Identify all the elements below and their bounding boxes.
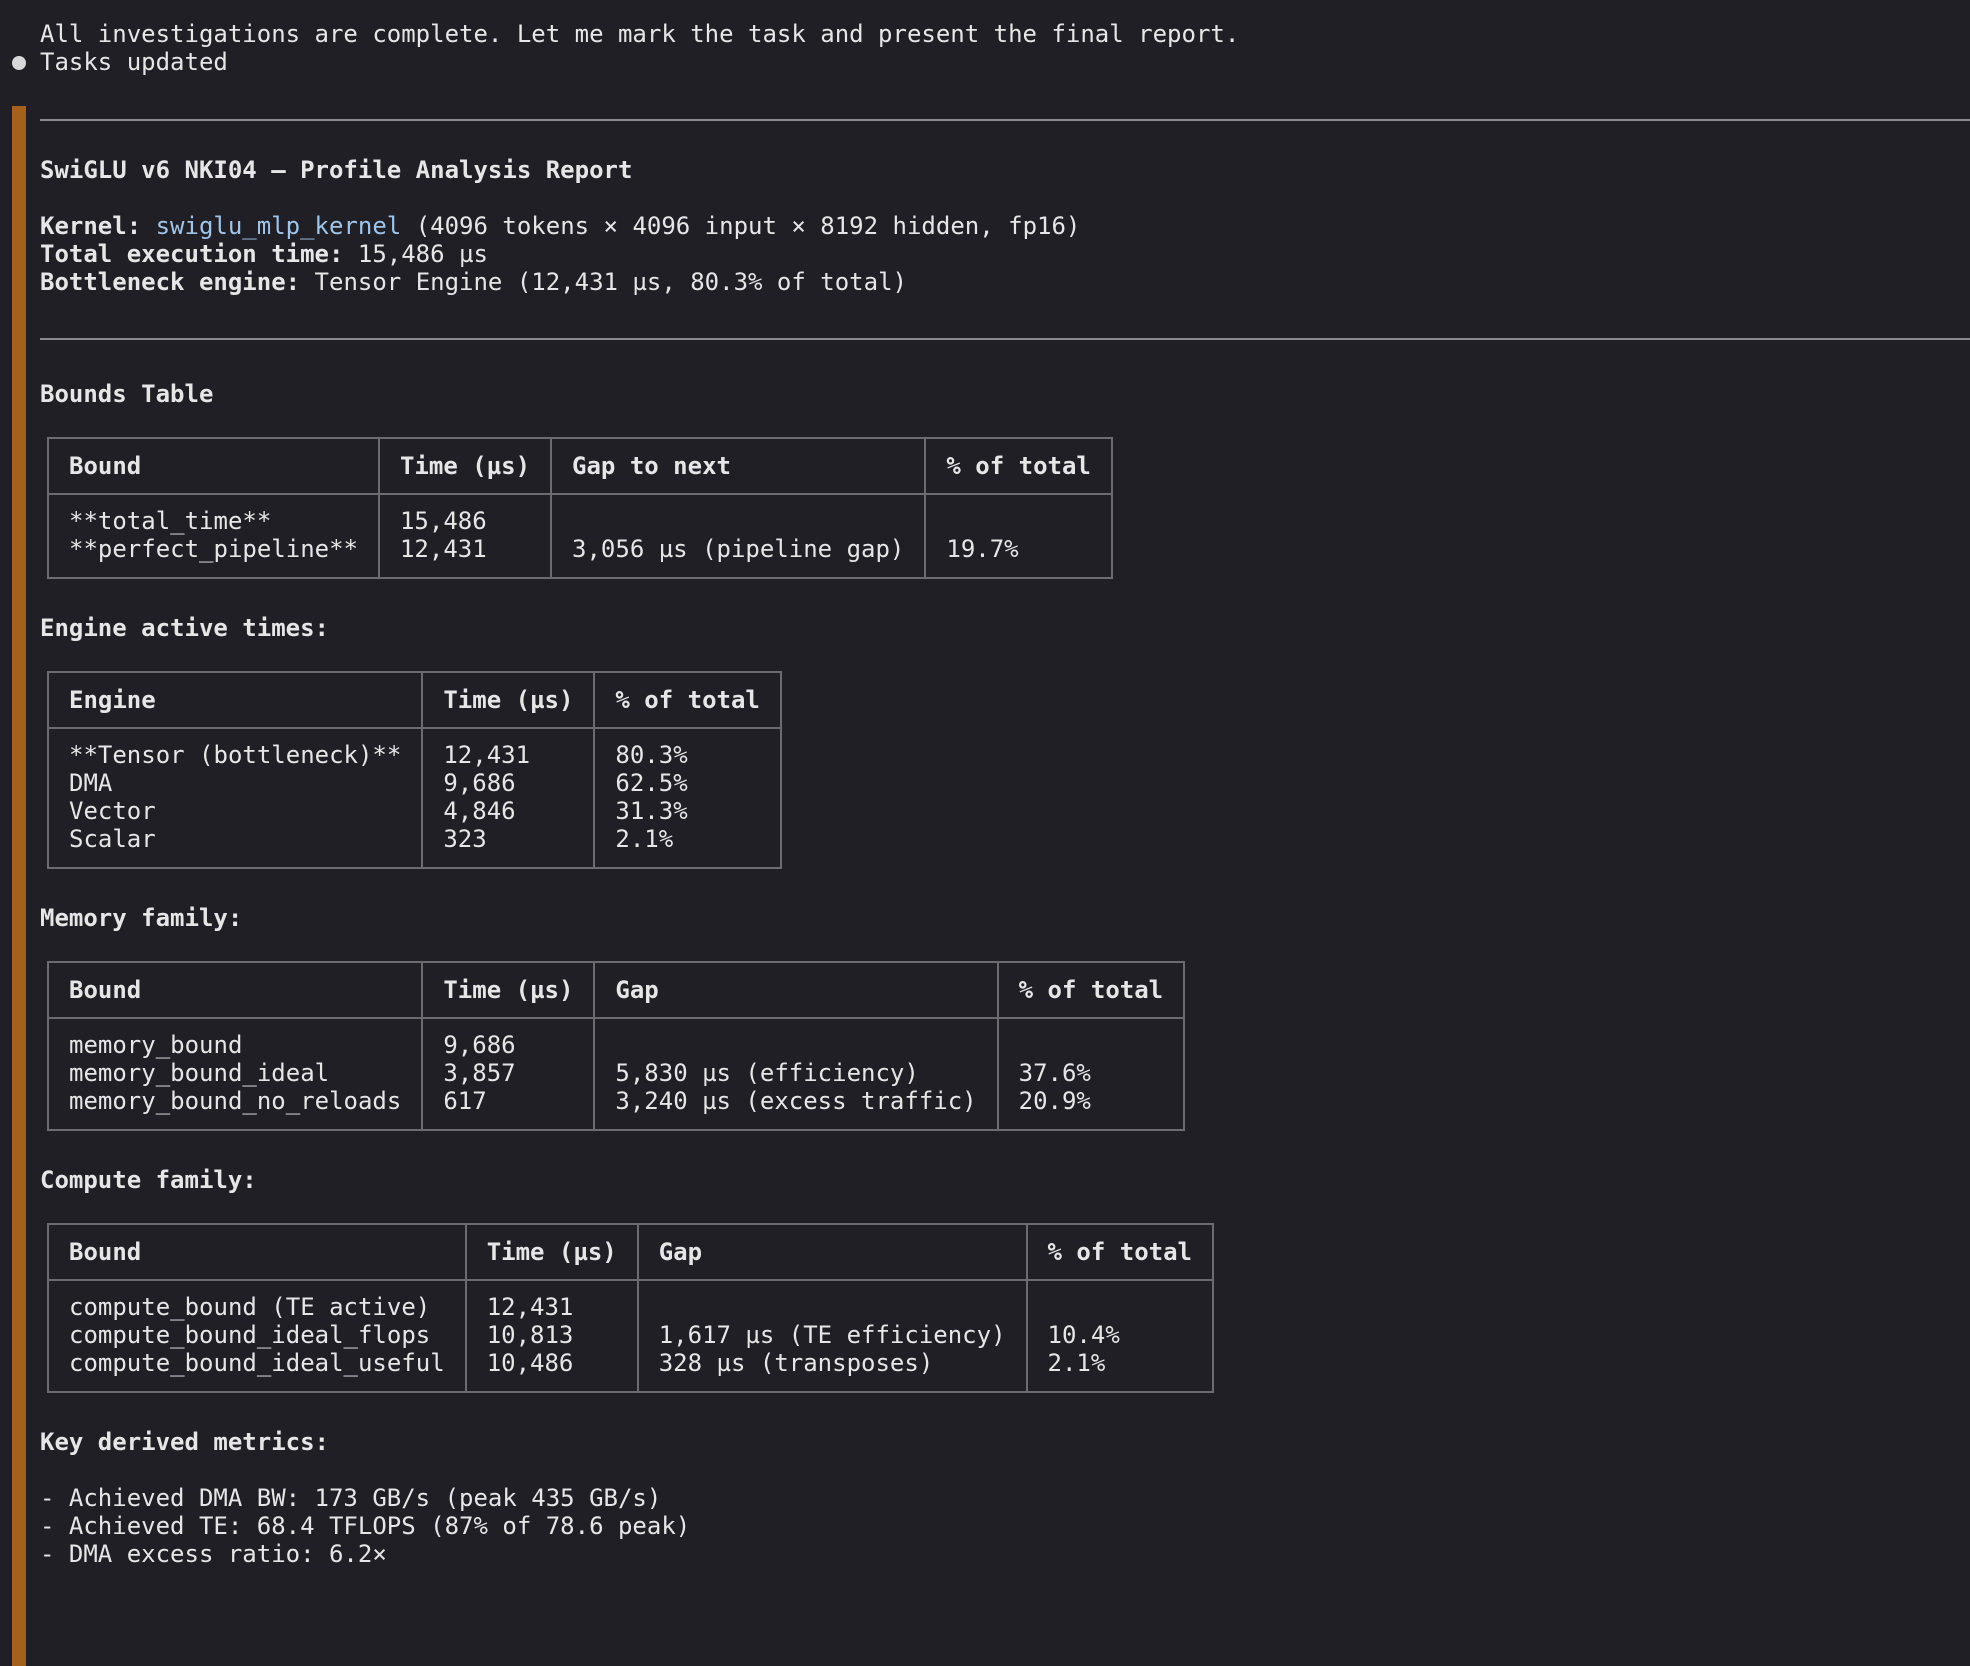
table-cell: 9,686	[443, 1031, 516, 1059]
table-cell: 10,813	[486, 1321, 574, 1349]
column-header: Bound	[47, 437, 380, 495]
table-header-row: Engine Time (µs) % of total	[46, 671, 782, 729]
column-header: Time (µs)	[377, 437, 553, 495]
column-header: Gap	[593, 961, 999, 1019]
report-body: SwiGLU v6 NKI04 — Profile Analysis Repor…	[40, 105, 1970, 1568]
list-item: - DMA excess ratio: 6.2×	[40, 1540, 387, 1568]
engines-table: Engine Time (µs) % of total **Tensor (bo…	[46, 671, 782, 869]
kernel-label: Kernel:	[40, 212, 142, 240]
bottleneck-value: Tensor Engine (12,431 µs, 80.3% of total…	[300, 268, 907, 296]
table-cell: 62.5%	[615, 769, 688, 797]
table-row: **Tensor (bottleneck)** DMA Vector Scalar 1…	[46, 727, 782, 869]
table-row: **total_time** **perfect_pipeline** 15,48…	[47, 493, 1113, 579]
table-cell: 20.9%	[1018, 1087, 1091, 1115]
kernel-line: Kernel: swiglu_mlp_kernel (4096 tokens ×…	[40, 212, 1970, 240]
table-cell	[615, 1031, 976, 1059]
status-dot-icon	[12, 56, 26, 70]
column-header: % of total	[924, 437, 1113, 495]
table-cell	[1019, 1031, 1164, 1059]
table-cell: 4,846	[443, 797, 516, 825]
table-cell: 1,617 µs (TE efficiency)	[658, 1321, 1006, 1349]
table-row: compute_bound (TE active) compute_bound_i…	[47, 1279, 1215, 1393]
table-cell: 15,486	[399, 507, 487, 535]
table-cell: 12,431	[399, 535, 487, 563]
table-cell: 12,431	[486, 1293, 574, 1321]
table-cell	[572, 507, 904, 535]
bounds-heading: Bounds Table	[40, 380, 214, 408]
table-header-row: Bound Time (µs) Gap % of total	[47, 1223, 1215, 1281]
table-cell: 80.3%	[615, 741, 688, 769]
table-cell: Vector	[69, 797, 156, 825]
table-cell: compute_bound (TE active)	[69, 1293, 431, 1321]
table-cell: 617	[443, 1087, 487, 1115]
memory-table: Bound Time (µs) Gap % of total memory_bo…	[46, 961, 1186, 1131]
report-title: SwiGLU v6 NKI04 — Profile Analysis Repor…	[40, 156, 633, 184]
intro-message: All investigations are complete. Let me …	[40, 20, 1240, 48]
bottleneck-line: Bottleneck engine: Tensor Engine (12,431…	[40, 268, 1970, 296]
table-cell: 3,857	[443, 1059, 516, 1087]
table-cell: compute_bound_ideal_flops	[69, 1321, 431, 1349]
table-cell: 5,830 µs (efficiency)	[615, 1059, 919, 1087]
metrics-heading: Key derived metrics:	[40, 1428, 329, 1456]
table-cell: Scalar	[69, 825, 156, 853]
table-cell: DMA	[69, 769, 113, 797]
table-cell: 2.1%	[1047, 1349, 1106, 1377]
column-header: % of total	[996, 961, 1186, 1019]
table-cell: compute_bound_ideal_useful	[69, 1349, 445, 1377]
table-cell: **perfect_pipeline**	[69, 535, 358, 563]
table-cell: 328 µs (transposes)	[658, 1349, 934, 1377]
list-item: - Achieved TE: 68.4 TFLOPS (87% of 78.6 …	[40, 1512, 691, 1540]
memory-heading: Memory family:	[40, 904, 243, 932]
table-cell: 3,240 µs (excess traffic)	[615, 1087, 977, 1115]
bottleneck-label: Bottleneck engine:	[40, 268, 301, 296]
column-header: Bound	[47, 1223, 467, 1281]
engines-heading: Engine active times:	[40, 614, 329, 642]
table-cell	[1048, 1293, 1193, 1321]
column-header: % of total	[1025, 1223, 1215, 1281]
exec-time-label: Total execution time:	[40, 240, 344, 268]
divider	[40, 338, 1970, 340]
table-cell: 19.7%	[946, 535, 1019, 563]
table-cell: 9,686	[443, 769, 516, 797]
table-cell: **total_time**	[69, 507, 272, 535]
table-cell	[946, 507, 1091, 535]
column-header: Time (µs)	[421, 671, 596, 729]
table-cell: memory_bound	[69, 1031, 243, 1059]
list-item: - Achieved DMA BW: 173 GB/s (peak 435 GB…	[40, 1484, 662, 1512]
table-cell: 31.3%	[615, 797, 688, 825]
table-cell: memory_bound_ideal	[69, 1059, 330, 1087]
table-row: memory_bound memory_bound_ideal memory_bou…	[46, 1017, 1186, 1131]
column-header: Time (µs)	[464, 1223, 639, 1281]
column-header: % of total	[593, 671, 782, 729]
divider	[40, 119, 1970, 121]
bounds-table: Bound Time (µs) Gap to next % of total *…	[47, 437, 1113, 579]
table-cell: 10.4%	[1047, 1321, 1120, 1349]
table-cell: memory_bound_no_reloads	[69, 1087, 402, 1115]
task-status: Tasks updated	[40, 48, 228, 76]
compute-heading: Compute family:	[40, 1166, 257, 1194]
compute-table: Bound Time (µs) Gap % of total compute_b…	[47, 1223, 1215, 1393]
table-cell: 10,486	[486, 1349, 574, 1377]
message-accent-bar	[12, 106, 26, 1666]
kernel-description: (4096 tokens × 4096 input × 8192 hidden,…	[401, 212, 1081, 240]
table-cell: 323	[443, 825, 487, 853]
table-cell: 2.1%	[615, 825, 674, 853]
column-header: Engine	[46, 671, 424, 729]
kernel-name-link[interactable]: swiglu_mlp_kernel	[156, 212, 402, 240]
table-cell: 37.6%	[1018, 1059, 1091, 1087]
table-cell	[659, 1293, 1006, 1321]
exec-time-line: Total execution time: 15,486 µs	[40, 240, 1970, 268]
metrics-list: - Achieved DMA BW: 173 GB/s (peak 435 GB…	[40, 1484, 1970, 1568]
exec-time-value: 15,486 µs	[343, 240, 488, 268]
column-header: Time (µs)	[421, 961, 596, 1019]
table-cell: 12,431	[443, 741, 531, 769]
table-cell: **Tensor (bottleneck)**	[69, 741, 402, 769]
column-header: Gap to next	[550, 437, 927, 495]
column-header: Gap	[636, 1223, 1028, 1281]
column-header: Bound	[46, 961, 424, 1019]
table-header-row: Bound Time (µs) Gap % of total	[46, 961, 1186, 1019]
table-header-row: Bound Time (µs) Gap to next % of total	[47, 437, 1113, 495]
table-cell: 3,056 µs (pipeline gap)	[572, 535, 905, 563]
